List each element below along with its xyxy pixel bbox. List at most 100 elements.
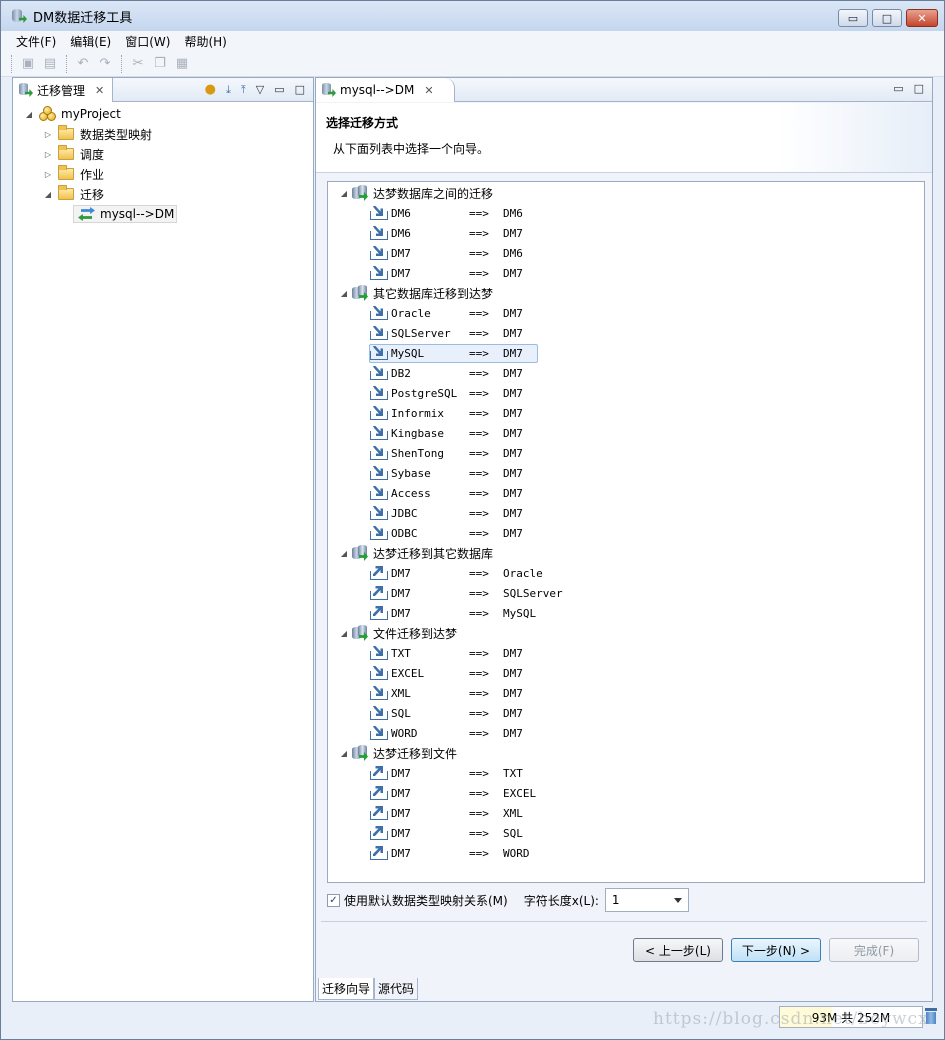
collapsed-icon[interactable]: ▷ [42,130,54,139]
tab-source[interactable]: 源代码 [374,978,419,1000]
default-mapping-label[interactable]: 使用默认数据类型映射关系(M) [344,892,508,909]
migration-icon [78,207,96,221]
tab-migration-manager[interactable]: 迁移管理 ✕ [13,78,114,102]
wizard-group[interactable]: ◢ 达梦迁移到其它数据库 [328,543,924,563]
next-button[interactable]: 下一步(N) > [731,938,821,962]
target-db: DM7 [503,446,523,460]
expanded-icon[interactable]: ◢ [42,190,54,199]
source-db: XML [391,686,411,700]
maximize-icon[interactable]: □ [295,83,305,96]
finish-button[interactable]: 完成(F) [829,938,919,962]
target-db: DM7 [503,266,523,280]
menu-file[interactable]: 文件(F) [9,33,63,50]
menu-help[interactable]: 帮助(H) [177,33,233,50]
wizard-item[interactable]: DM7 ==> DM7 [328,263,924,283]
save-all-icon[interactable]: ▤ [42,56,58,72]
wizard-group[interactable]: ◢ 达梦迁移到文件 [328,743,924,763]
menu-window[interactable]: 窗口(W) [118,33,177,50]
wizard-item[interactable]: Access ==> DM7 [328,483,924,503]
tab-mysql-dm[interactable]: mysql-->DM ✕ [316,78,455,102]
wizard-item[interactable]: DM7 ==> WORD [328,843,924,863]
minimize-icon[interactable]: ▭ [274,83,284,96]
wizard-group[interactable]: ◢ 文件迁移到达梦 [328,623,924,643]
source-db: DM7 [391,766,411,780]
wizard-list[interactable]: ◢ 达梦数据库之间的迁移 DM6 ==> DM6 DM6 ==> DM7 DM7 ==> DM6 DM… [327,181,925,883]
minimize-button[interactable]: ▭ [838,9,868,27]
char-length-select[interactable]: 1 [604,888,689,912]
maximize-button[interactable]: □ [872,9,902,27]
source-db: DM7 [391,566,411,580]
close-icon[interactable]: ✕ [424,84,433,97]
wizard-item[interactable]: DM7 ==> EXCEL [328,783,924,803]
collapsed-icon[interactable]: ▷ [42,150,54,159]
arrow-text: ==> [469,726,489,740]
expanded-icon[interactable]: ◢ [338,289,350,298]
view-menu-icon[interactable]: ▽ [256,83,264,96]
wizard-group[interactable]: ◢ 其它数据库迁移到达梦 [328,283,924,303]
wizard-item[interactable]: SQL ==> DM7 [328,703,924,723]
expanded-icon[interactable]: ◢ [338,749,350,758]
tree-item-jobs[interactable]: ▷ 作业 [13,164,313,184]
redo-icon[interactable]: ↷ [97,56,113,72]
cut-icon[interactable]: ✂ [130,56,146,72]
wizard-item[interactable]: WORD ==> DM7 [328,723,924,743]
close-button[interactable]: ✕ [906,9,938,27]
group-label: 达梦迁移到其它数据库 [373,546,494,561]
wizard-item[interactable]: DM7 ==> SQL [328,823,924,843]
maximize-icon[interactable]: □ [914,82,924,95]
database-group-icon [352,625,368,641]
source-db: Kingbase [391,426,444,440]
expanded-icon[interactable]: ◢ [338,189,350,198]
tree-item-project[interactable]: ◢ myProject [13,104,313,124]
wizard-item[interactable]: JDBC ==> DM7 [328,503,924,523]
wizard-group[interactable]: ◢ 达梦数据库之间的迁移 [328,183,924,203]
group-label: 达梦迁移到文件 [373,746,458,761]
wizard-item[interactable]: EXCEL ==> DM7 [328,663,924,683]
import-arrow-icon [370,346,388,360]
expanded-icon[interactable]: ◢ [338,549,350,558]
close-icon[interactable]: ✕ [95,84,104,97]
wizard-item[interactable]: MySQL ==> DM7 [328,343,924,363]
default-mapping-checkbox[interactable]: ✓ [327,893,340,907]
import-icon[interactable]: ⤓ [226,83,231,97]
target-db: EXCEL [503,786,537,800]
wizard-item[interactable]: TXT ==> DM7 [328,643,924,663]
wizard-item[interactable]: DM7 ==> Oracle [328,563,924,583]
minimize-icon[interactable]: ▭ [893,82,903,95]
wizard-item[interactable]: DM7 ==> TXT [328,763,924,783]
wizard-item[interactable]: XML ==> DM7 [328,683,924,703]
back-button[interactable]: < 上一步(L) [633,938,723,962]
migration-tool-icon [322,83,336,97]
wizard-item[interactable]: DM7 ==> XML [328,803,924,823]
wizard-item[interactable]: Sybase ==> DM7 [328,463,924,483]
paste-icon[interactable]: ▦ [174,56,190,72]
wizard-item[interactable]: PostgreSQL ==> DM7 [328,383,924,403]
wizard-item[interactable]: Oracle ==> DM7 [328,303,924,323]
collapsed-icon[interactable]: ▷ [42,170,54,179]
wizard-item[interactable]: SQLServer ==> DM7 [328,323,924,343]
wizard-item[interactable]: DM6 ==> DM6 [328,203,924,223]
tree-item-schedule[interactable]: ▷ 调度 [13,144,313,164]
wizard-item[interactable]: DM6 ==> DM7 [328,223,924,243]
tree-item-migration[interactable]: ◢ 迁移 [13,184,313,204]
wizard-item[interactable]: ODBC ==> DM7 [328,523,924,543]
expanded-icon[interactable]: ◢ [338,629,350,638]
arrow-text: ==> [469,366,489,380]
save-icon[interactable]: ▣ [20,56,36,72]
tab-wizard[interactable]: 迁移向导 [318,978,375,1000]
tree-item-type-mapping[interactable]: ▷ 数据类型映射 [13,124,313,144]
wizard-item[interactable]: Informix ==> DM7 [328,403,924,423]
export-icon[interactable]: ⤒ [241,83,246,97]
wizard-item[interactable]: DM7 ==> DM6 [328,243,924,263]
wizard-item[interactable]: DB2 ==> DM7 [328,363,924,383]
expanded-icon[interactable]: ◢ [23,110,35,119]
wizard-item[interactable]: Kingbase ==> DM7 [328,423,924,443]
undo-icon[interactable]: ↶ [75,56,91,72]
tree-item-mysql-dm[interactable]: mysql-->DM [13,204,313,224]
wizard-item[interactable]: DM7 ==> SQLServer [328,583,924,603]
project-icon[interactable]: ● [205,82,216,97]
menu-edit[interactable]: 编辑(E) [63,33,118,50]
copy-icon[interactable]: ❐ [152,56,168,72]
wizard-item[interactable]: ShenTong ==> DM7 [328,443,924,463]
wizard-item[interactable]: DM7 ==> MySQL [328,603,924,623]
